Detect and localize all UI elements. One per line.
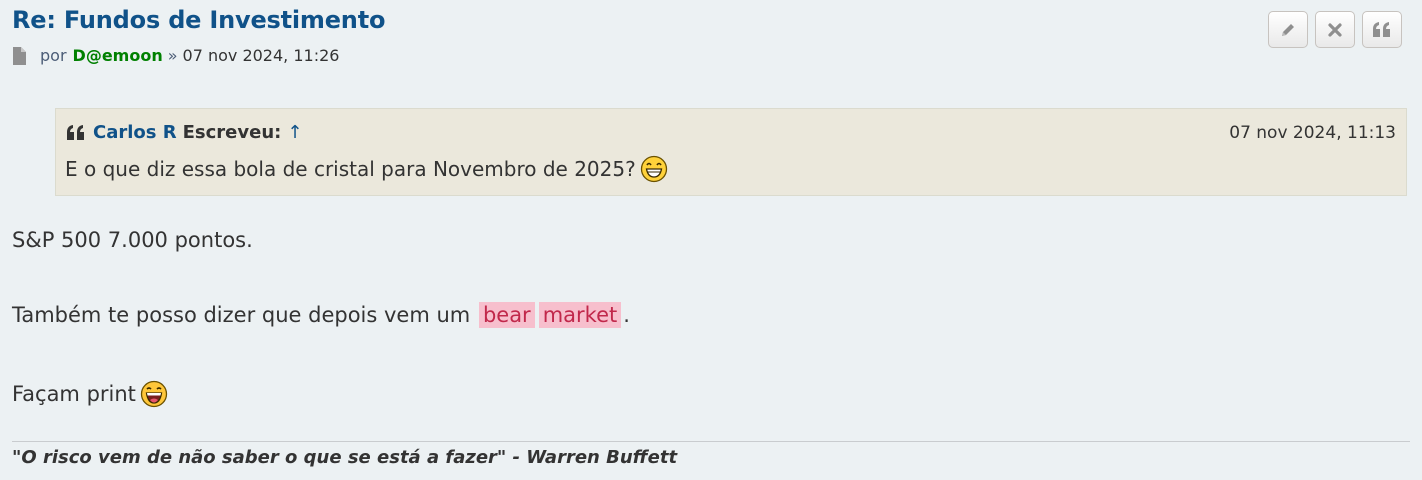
- quote-block: Carlos R Escreveu: ↑ 07 nov 2024, 11:13 …: [55, 108, 1407, 196]
- quote-header: Carlos R Escreveu: ↑: [65, 122, 302, 143]
- edit-button[interactable]: [1268, 11, 1308, 48]
- quote-wrote-label: Escreveu:: [182, 122, 282, 143]
- highlight-word-bear: bear: [478, 302, 535, 328]
- close-icon: [1328, 22, 1342, 37]
- post-body-line-2: Também te posso dizer que depois vem um …: [12, 302, 630, 328]
- signature: "O risco vem de não saber o que se está …: [12, 447, 678, 468]
- quote-icon: [67, 124, 84, 140]
- grin-smiley-icon: [640, 155, 667, 183]
- author-link[interactable]: D@emoon: [73, 46, 163, 65]
- post-date: 07 nov 2024, 11:26: [182, 46, 340, 65]
- by-label: por: [40, 46, 67, 65]
- line2-prefix: Também te posso dizer que depois vem um: [12, 303, 471, 327]
- post-body-line-1: S&P 500 7.000 pontos.: [12, 228, 253, 252]
- document-icon[interactable]: [12, 46, 26, 65]
- post-actions: [1268, 11, 1402, 48]
- line3-text: Façam print: [12, 382, 136, 406]
- quote-text: E o que diz essa bola de cristal para No…: [65, 157, 636, 181]
- quote-icon: [1373, 21, 1390, 37]
- meta-separator: »: [167, 46, 178, 65]
- quote-date: 07 nov 2024, 11:13: [1229, 123, 1396, 143]
- line2-suffix: .: [623, 303, 630, 327]
- laughing-smiley-icon: [140, 380, 168, 408]
- post-title[interactable]: Re: Fundos de Investimento: [12, 6, 385, 34]
- quote-button[interactable]: [1362, 11, 1402, 48]
- quote-source-link[interactable]: ↑: [287, 122, 302, 143]
- post-meta: por D@emoon » 07 nov 2024, 11:26: [12, 46, 339, 65]
- quote-author-link[interactable]: Carlos R: [93, 122, 177, 143]
- quote-text-row: E o que diz essa bola de cristal para No…: [65, 155, 668, 183]
- delete-button[interactable]: [1315, 11, 1355, 48]
- signature-divider: [12, 441, 1410, 442]
- pencil-icon: [1282, 23, 1294, 36]
- post-body-line-3: Façam print: [12, 380, 168, 408]
- highlight-word-market: market: [538, 302, 622, 328]
